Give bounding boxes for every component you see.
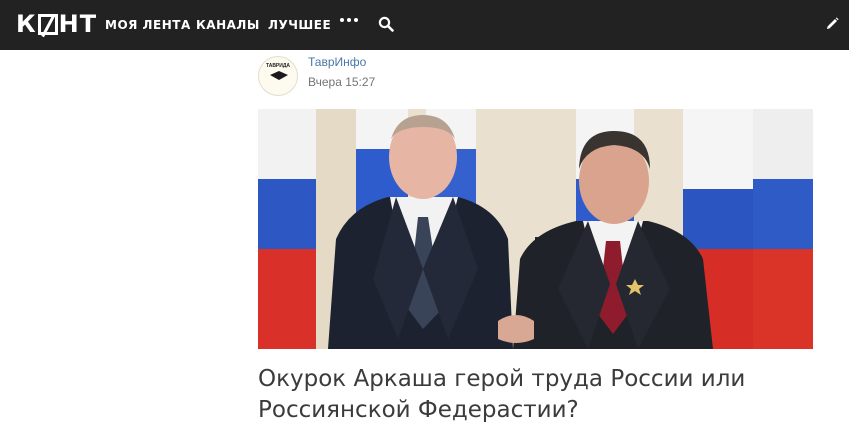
source-name-link[interactable]: ТаврИнфо [308,55,366,69]
post-image[interactable] [258,109,813,349]
logo-letter-k: К [16,10,37,38]
post-title[interactable]: Окурок Аркаша герой труда России или Рос… [258,364,818,426]
nav-my-feed[interactable]: МОЯ ЛЕНТА [105,0,191,50]
nav-channels[interactable]: КАНАЛЫ [196,0,260,50]
edit-icon[interactable] [824,16,840,32]
source-avatar-text: ТАВРИДА [265,63,291,69]
logo-box-glyph [37,13,58,35]
source-avatar[interactable]: ТАВРИДА [258,56,298,96]
top-navbar: К НТ МОЯ ЛЕНТА КАНАЛЫ ЛУЧШЕЕ [0,0,849,50]
post-timestamp: Вчера 15:27 [308,75,376,89]
flag-left [258,109,316,349]
site-logo[interactable]: К НТ [16,10,98,38]
nav-best[interactable]: ЛУЧШЕЕ [268,0,331,50]
logo-letters-nt: НТ [58,10,98,38]
graduation-cap-icon [270,71,288,80]
search-icon[interactable] [378,16,394,32]
more-icon[interactable] [340,18,358,22]
